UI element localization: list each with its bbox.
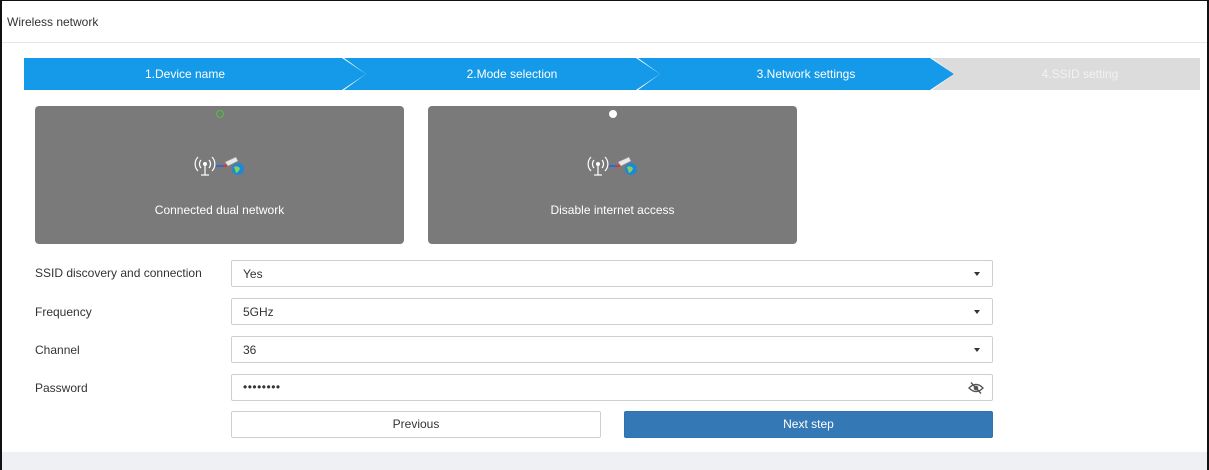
password-value: ••••••••	[243, 380, 281, 394]
footer-bar	[2, 452, 1207, 470]
channel-select[interactable]: 36	[231, 336, 993, 363]
step-ssid-setting[interactable]: 4.SSID setting	[932, 58, 1200, 90]
password-label: Password	[35, 381, 88, 395]
eye-slash-icon[interactable]	[968, 381, 984, 395]
channel-value: 36	[243, 343, 257, 357]
chevron-down-icon	[974, 348, 980, 352]
ssid-discovery-select[interactable]: Yes	[231, 260, 993, 287]
next-step-button[interactable]: Next step	[624, 411, 993, 438]
frequency-select[interactable]: 5GHz	[231, 298, 993, 325]
step-label: 2.Mode selection	[466, 67, 558, 81]
frequency-value: 5GHz	[243, 305, 274, 319]
network-bridge-icon	[194, 156, 244, 176]
chevron-down-icon	[974, 310, 980, 314]
wizard-stepper: 1.Device name 2.Mode selection 3.Network…	[24, 58, 1200, 90]
ssid-discovery-value: Yes	[243, 267, 263, 281]
step-mode-selection[interactable]: 2.Mode selection	[344, 58, 660, 90]
previous-button[interactable]: Previous	[231, 411, 601, 438]
mode-card-connected-dual-network[interactable]: Connected dual network	[35, 106, 404, 244]
step-label: 3.Network settings	[756, 67, 856, 81]
step-label: 1.Device name	[144, 67, 226, 81]
frequency-label: Frequency	[35, 305, 92, 319]
chevron-down-icon	[974, 272, 980, 276]
password-input[interactable]: ••••••••	[231, 374, 993, 401]
step-network-settings[interactable]: 3.Network settings	[638, 58, 954, 90]
page-title: Wireless network	[7, 15, 99, 29]
step-label: 4.SSID setting	[1041, 67, 1119, 81]
network-bridge-icon	[587, 156, 637, 176]
channel-label: Channel	[35, 343, 80, 357]
page-header: Wireless network	[2, 1, 1207, 43]
mode-card-disable-internet-access[interactable]: Disable internet access	[428, 106, 797, 244]
step-device-name[interactable]: 1.Device name	[24, 58, 366, 90]
mode-radio-unselected[interactable]	[608, 110, 617, 118]
ssid-discovery-label: SSID discovery and connection	[35, 266, 202, 280]
mode-card-label: Disable internet access	[550, 203, 675, 217]
mode-card-label: Connected dual network	[154, 203, 285, 217]
mode-radio-selected[interactable]	[215, 110, 224, 118]
